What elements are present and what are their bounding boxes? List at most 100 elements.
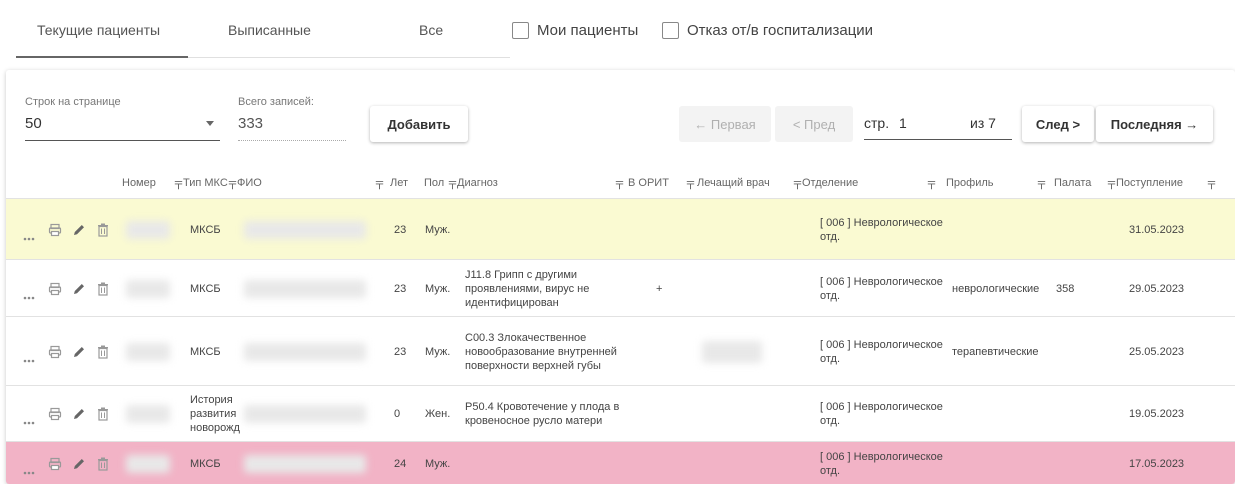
diagnosis-cell: C00.3 Злокачественное новообразование вн… [465,331,617,372]
orit-cell [656,317,676,386]
table-row[interactable]: МКСБ 23 Муж. J11.8 Грипп с другими проявлен… [6,259,1235,316]
age-cell: 23 [394,282,407,295]
filter-icon[interactable]: 〒 [685,177,696,193]
filter-icon[interactable]: 〒 [1036,177,1047,193]
page-count-label: из 7 [970,115,996,131]
table-row[interactable]: МКСБ 23 Муж. [ 006 ] Неврологическое отд. 31… [6,198,1235,259]
edit-icon[interactable] [72,345,86,364]
filter-icon[interactable]: 〒 [614,177,625,193]
admission-cell: 19.05.2023 [1129,408,1185,420]
diagnosis-cell: P50.4 Кровотечение у плода в кровеносное… [465,401,620,427]
trash-icon[interactable] [97,223,109,242]
add-button[interactable]: Добавить [370,106,468,142]
total-records-label: Всего записей: [238,96,314,108]
tab-current-patients[interactable]: Текущие пациенты [37,22,160,38]
column-orit[interactable]: В ОРИТ [628,177,669,189]
rows-per-page-select[interactable] [25,111,220,141]
rows-per-page-value: 50 [25,115,42,132]
doctor-redacted [702,340,762,363]
ward-cell [1056,442,1096,484]
edit-icon[interactable] [72,407,86,426]
number-redacted [126,405,170,423]
admission-cell: 31.05.2023 [1129,223,1185,236]
column-doctor[interactable]: Лечащий врач [697,177,770,189]
checkbox-icon [662,22,679,39]
age-cell: 23 [394,345,407,358]
fio-redacted [244,220,366,239]
column-profile[interactable]: Профиль [946,177,994,189]
first-page-button[interactable]: ← Первая [679,106,771,142]
print-icon[interactable] [48,457,62,476]
profile-cell [952,199,1052,260]
more-icon[interactable] [23,350,35,368]
tab-bar: Текущие пациенты Выписанные Все [16,0,510,58]
column-department[interactable]: Отделение [802,177,858,189]
department-cell: [ 006 ] Неврологическое отд. [820,401,943,427]
trash-icon[interactable] [97,345,109,364]
refusal-checkbox[interactable]: Отказ от/в госпитализации [662,22,873,39]
column-ward[interactable]: Палата [1054,177,1091,189]
tab-all[interactable]: Все [419,22,443,38]
ward-cell [1056,199,1096,260]
column-number[interactable]: Номер [122,177,156,189]
column-age[interactable]: Лет [390,177,408,189]
admission-cell: 29.05.2023 [1129,282,1185,295]
edit-icon[interactable] [72,223,86,242]
active-tab-indicator [16,56,188,58]
number-redacted [126,342,170,361]
last-page-button[interactable]: Последняя → [1096,106,1213,142]
diagnosis-cell [465,199,635,260]
chevron-down-icon [206,121,214,126]
fio-redacted [244,279,366,298]
edit-icon[interactable] [72,457,86,476]
column-sex[interactable]: Пол [424,177,444,189]
column-type[interactable]: Тип МКС [183,177,228,189]
checkbox-icon [512,22,529,39]
filter-icon[interactable]: 〒 [926,177,937,193]
next-page-button[interactable]: След > [1022,106,1094,142]
print-icon[interactable] [48,345,62,364]
prev-page-button[interactable]: < Пред [775,106,853,142]
print-icon[interactable] [48,407,62,426]
department-cell: [ 006 ] Неврологическое отд. [820,450,943,477]
refusal-label: Отказ от/в госпитализации [687,22,874,39]
filter-icon[interactable]: 〒 [1206,177,1217,193]
age-cell: 23 [394,223,407,236]
table-row[interactable]: МКСБ 23 Муж. C00.3 Злокачественное новообра… [6,316,1235,385]
trash-icon[interactable] [97,282,109,301]
patients-panel: Строк на странице 50 Всего записей: 333 … [6,70,1235,484]
tab-discharged[interactable]: Выписанные [228,22,311,38]
type-cell: МКСБ [190,457,221,470]
sex-cell: Муж. [425,457,451,470]
number-redacted [126,454,170,473]
table-row[interactable]: История развития новорожд 0 Жен. P50.4 Кров… [6,385,1235,441]
my-patients-checkbox[interactable]: Мои пациенты [512,22,638,39]
more-icon[interactable] [23,228,35,246]
trash-icon[interactable] [97,407,109,426]
more-icon[interactable] [23,462,35,480]
number-redacted [126,279,170,298]
type-cell: История развития новорожд [190,394,240,434]
age-cell: 0 [394,408,401,420]
orit-cell [656,199,676,260]
more-icon[interactable] [23,287,35,305]
fio-redacted [244,405,366,423]
table-row[interactable]: МКСБ 24 Муж. [ 006 ] Неврологическое отд. 17… [6,441,1235,484]
total-records-value: 333 [238,115,264,132]
column-diagnosis[interactable]: Диагноз [457,177,498,189]
column-admission[interactable]: Поступление [1116,177,1183,189]
print-icon[interactable] [48,282,62,301]
column-fio[interactable]: ФИО [237,177,262,189]
print-icon[interactable] [48,223,62,242]
edit-icon[interactable] [72,282,86,301]
trash-icon[interactable] [97,457,109,476]
admission-cell: 17.05.2023 [1129,457,1185,470]
type-cell: МКСБ [190,223,221,236]
filter-icon[interactable]: 〒 [374,177,385,193]
department-cell: [ 006 ] Неврологическое отд. [820,338,943,365]
age-cell: 24 [394,457,407,470]
more-icon[interactable] [23,412,35,430]
ward-cell [1056,317,1096,386]
type-cell: МКСБ [190,345,221,358]
orit-cell [656,386,676,442]
